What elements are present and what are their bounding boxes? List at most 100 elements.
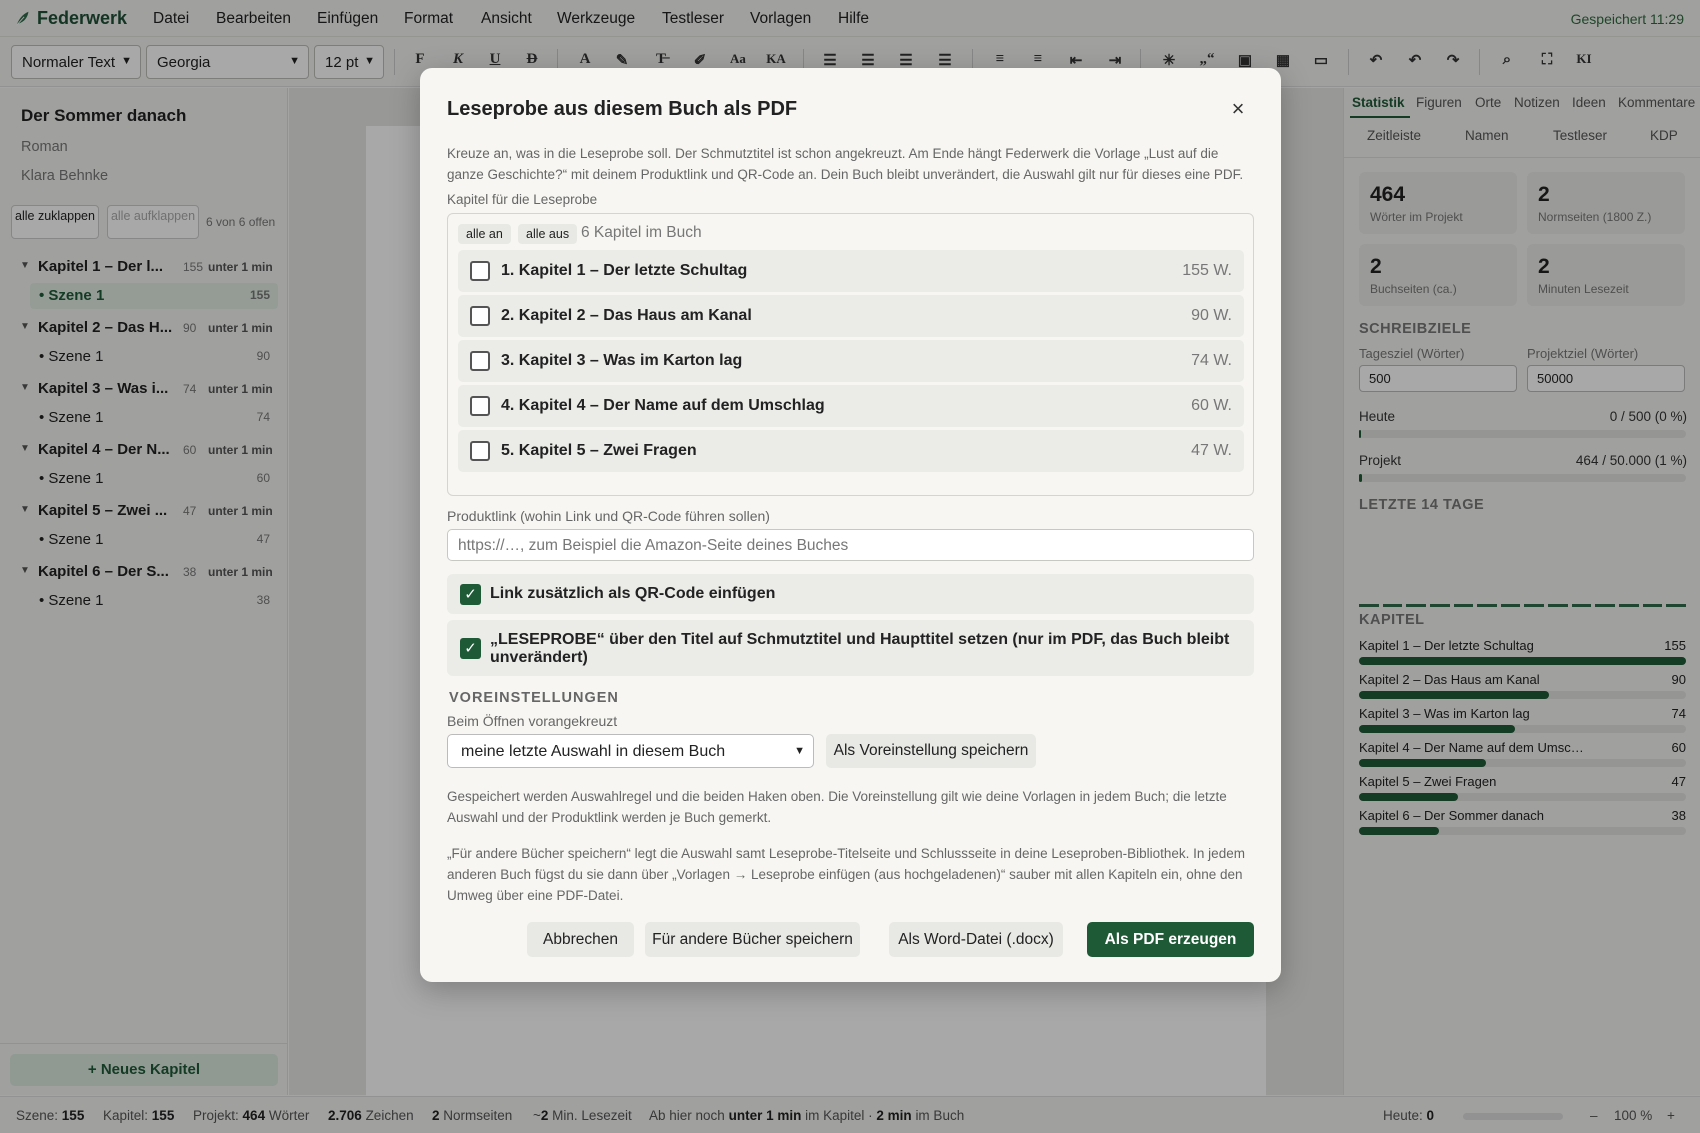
chapters-heading: KAPITEL [1359,612,1425,628]
chapter-item[interactable]: ▼ Kapitel 6 – Der S... 38 unter 1 min [20,561,275,587]
scene-item[interactable]: • Szene 1 47 [30,527,278,553]
size-select[interactable]: 12 pt ▼ [314,45,384,79]
checkmark-icon[interactable]: ✓ [460,638,481,659]
chapter-row[interactable]: 2. Kapitel 2 – Das Haus am Kanal 90 W. [458,295,1244,337]
chapter-row[interactable]: 5. Kapitel 5 – Zwei Fragen 47 W. [458,430,1244,472]
chapter-words: 38 [183,565,197,579]
new-chapter-button[interactable]: + Neues Kapitel [10,1054,278,1086]
menu-datei[interactable]: Datei [153,10,189,28]
chapter-stat-fill [1359,725,1516,733]
menu-testleser[interactable]: Testleser [662,10,724,28]
menu-vorlagen[interactable]: Vorlagen [750,10,811,28]
chapter-checkbox[interactable] [470,306,490,326]
scene-item[interactable]: • Szene 1 90 [30,344,278,370]
presets-select[interactable]: meine letzte Auswahl in diesem Buch ▼ [447,734,814,768]
tab-kommentare[interactable]: Kommentare [1618,95,1695,110]
activity-day [1500,604,1521,607]
numbered-list-icon[interactable]: ≡ [1026,51,1050,68]
tab-figuren[interactable]: Figuren [1416,95,1462,110]
word-export-button[interactable]: Als Word-Datei (.docx) [889,922,1063,957]
chapter-checkbox[interactable] [470,441,490,461]
menu-werkzeuge[interactable]: Werkzeuge [557,10,635,28]
tab-namen[interactable]: Namen [1465,128,1509,143]
chapter-checkbox[interactable] [470,351,490,371]
undo-icon[interactable]: ↶ [1364,51,1388,70]
case-button[interactable]: Aa [726,51,750,67]
save-preset-button[interactable]: Als Voreinstellung speichern [826,734,1036,768]
tab-kdp[interactable]: KDP [1650,128,1678,143]
close-icon[interactable]: × [1226,97,1250,121]
scene-item[interactable]: • Szene 1 155 [30,283,278,309]
chapter-item[interactable]: ▼ Kapitel 5 – Zwei ... 47 unter 1 min [20,500,275,526]
all-on-button[interactable]: alle an [458,224,511,244]
scene-item[interactable]: • Szene 1 38 [30,588,278,614]
undo-history-icon[interactable]: ↶ [1403,51,1427,70]
chapter-stat-name: Kapitel 6 – Der Sommer danach [1359,808,1544,823]
daily-goal-input[interactable]: 500 [1359,365,1517,392]
search-icon[interactable]: ⌕ [1495,51,1519,69]
tab-testleser[interactable]: Testleser [1553,128,1607,143]
today-progress [1359,430,1686,438]
menu-bearbeiten[interactable]: Bearbeiten [216,10,291,28]
scene-words: 47 [256,532,270,546]
collapse-all-button[interactable]: alle zuklappen [11,205,99,239]
stamp-option[interactable]: ✓ „LESEPROBE“ über den Titel auf Schmutz… [447,620,1254,676]
all-off-button[interactable]: alle aus [518,224,578,244]
tab-statistik[interactable]: Statistik [1352,95,1405,110]
text-color-button[interactable]: A [573,51,597,68]
menu-einfuegen[interactable]: Einfügen [317,10,378,28]
menu-hilfe[interactable]: Hilfe [838,10,869,28]
clear-format-icon[interactable]: T̶ [649,51,673,68]
zoom-out-button[interactable]: – [1590,1108,1598,1123]
pdf-export-button[interactable]: Als PDF erzeugen [1087,922,1254,957]
product-link-input[interactable]: https://…, zum Beispiel die Amazon-Seite… [447,529,1254,561]
chapter-time: unter 1 min [208,443,273,457]
font-select[interactable]: Georgia ▼ [146,45,309,79]
activity-day [1359,604,1379,607]
save-for-other-books-button[interactable]: Für andere Bücher speichern [645,922,860,957]
chapter-stat-fill [1359,827,1440,835]
fullscreen-icon[interactable]: ⛶ [1535,51,1559,69]
expand-all-button[interactable]: alle aufklappen [107,205,199,239]
chapter-item[interactable]: ▼ Kapitel 2 – Das H... 90 unter 1 min [20,317,275,343]
qr-option[interactable]: ✓ Link zusätzlich als QR-Code einfügen [447,574,1254,614]
chapter-checkbox[interactable] [470,396,490,416]
project-goal-input[interactable]: 50000 [1527,365,1685,392]
page-break-icon[interactable]: ▭ [1309,51,1333,70]
tab-notizen[interactable]: Notizen [1514,95,1560,110]
chapter-stat-name: Kapitel 4 – Der Name auf dem Umsc… [1359,740,1584,755]
chapter-item[interactable]: ▼ Kapitel 1 – Der l... 155 unter 1 min [20,256,275,282]
scene-item[interactable]: • Szene 1 74 [30,405,278,431]
chapter-words: 155 W. [1182,262,1232,279]
app-logo[interactable]: Federwerk [14,8,127,29]
quote-button[interactable]: „“ [1195,51,1219,68]
tab-zeitleiste[interactable]: Zeitleiste [1367,128,1421,143]
chapter-item[interactable]: ▼ Kapitel 3 – Was i... 74 unter 1 min [20,378,275,404]
chapter-row[interactable]: 4. Kapitel 4 – Der Name auf dem Umschlag… [458,385,1244,427]
underline-button[interactable]: U [483,51,507,68]
tab-orte[interactable]: Orte [1475,95,1501,110]
chapter-row[interactable]: 3. Kapitel 3 – Was im Karton lag 74 W. [458,340,1244,382]
bullet-list-icon[interactable]: ≡ [988,51,1012,68]
strikethrough-button[interactable]: D [520,51,544,68]
menu-ansicht[interactable]: Ansicht [481,10,532,28]
chapter-checkbox[interactable] [470,261,490,281]
scene-item[interactable]: • Szene 1 60 [30,466,278,492]
small-caps-button[interactable]: KA [764,51,788,67]
italic-button[interactable]: K [446,51,470,68]
bold-button[interactable]: F [408,51,432,68]
stat-label: Minuten Lesezeit [1538,282,1629,296]
chapter-title: 3. Kapitel 3 – Was im Karton lag [501,352,743,369]
style-select[interactable]: Normaler Text ▼ [11,45,141,79]
chapter-row[interactable]: 1. Kapitel 1 – Der letzte Schultag 155 W. [458,250,1244,292]
menu-format[interactable]: Format [404,10,453,28]
tab-ideen[interactable]: Ideen [1572,95,1606,110]
redo-icon[interactable]: ↷ [1441,51,1465,70]
chevron-down-icon: ▼ [20,443,30,454]
checkmark-icon[interactable]: ✓ [460,584,481,605]
ai-button[interactable]: KI [1572,51,1596,67]
zoom-in-button[interactable]: + [1667,1108,1675,1123]
chapter-item[interactable]: ▼ Kapitel 4 – Der N... 60 unter 1 min [20,439,275,465]
table-icon[interactable]: ▦ [1271,51,1295,70]
cancel-button[interactable]: Abbrechen [527,922,634,957]
